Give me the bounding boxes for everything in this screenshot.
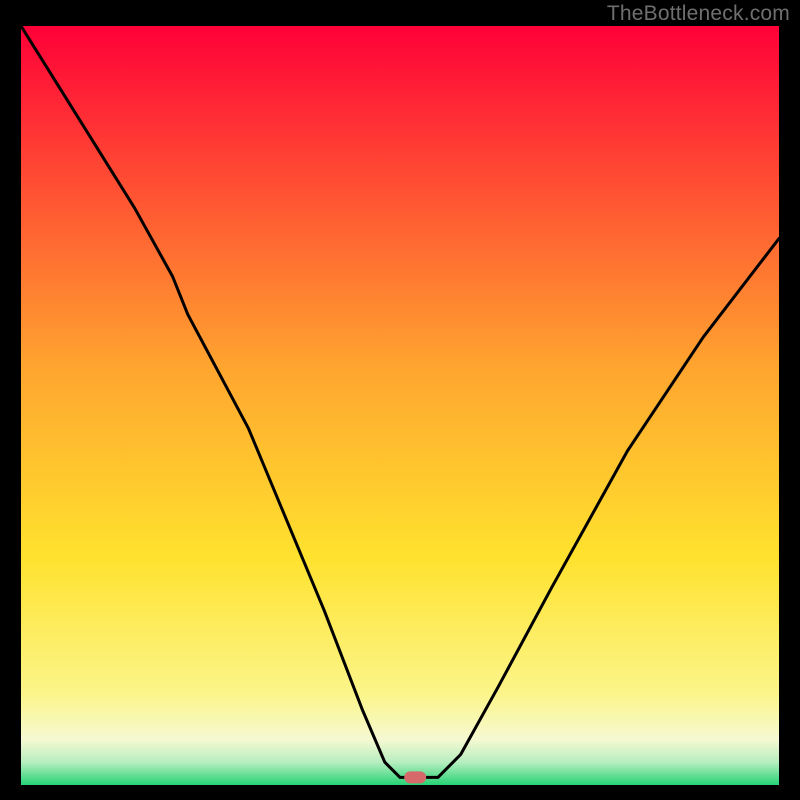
gradient-background [21,26,779,785]
chart-frame: TheBottleneck.com [0,0,800,800]
optimum-marker [404,771,426,783]
watermark-text: TheBottleneck.com [607,2,790,26]
bottleneck-chart [21,26,779,785]
